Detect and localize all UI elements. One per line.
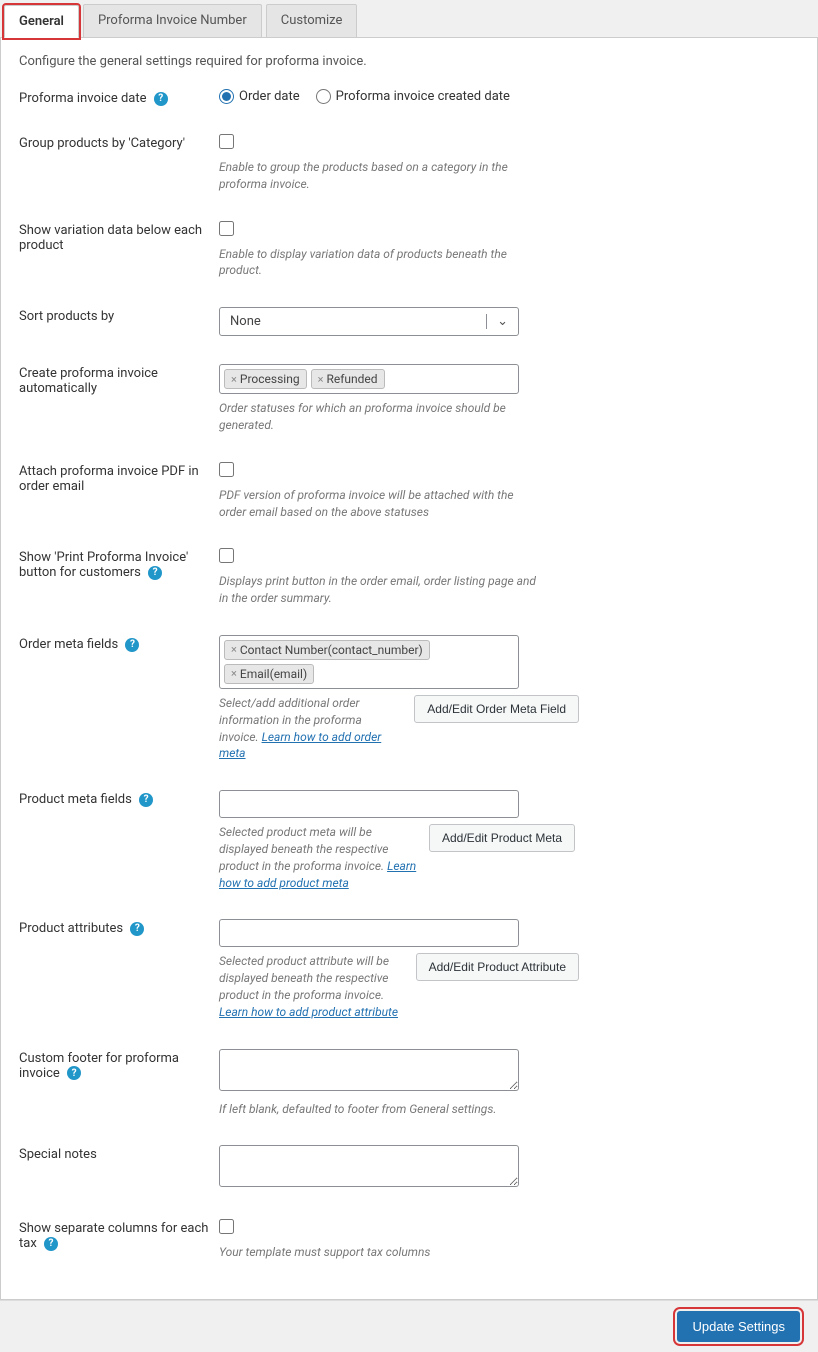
row-notes: Special notes [19, 1145, 799, 1191]
link-productattr[interactable]: Learn how to add product attribute [219, 1005, 398, 1019]
label-date: Proforma invoice date ? [19, 89, 219, 106]
label-group: Group products by 'Category' [19, 134, 219, 151]
help-icon[interactable]: ? [130, 922, 144, 936]
label-variation: Show variation data below each product [19, 221, 219, 253]
row-attach: Attach proforma invoice PDF in order ema… [19, 462, 799, 521]
help-icon[interactable]: ? [125, 638, 139, 652]
taginput-productattr[interactable] [219, 919, 519, 947]
close-icon[interactable]: × [231, 373, 237, 386]
taginput-productmeta[interactable] [219, 790, 519, 818]
label-notes: Special notes [19, 1145, 219, 1162]
tab-customize[interactable]: Customize [266, 4, 358, 37]
desc-productattr: Selected product attribute will be displ… [219, 953, 406, 1020]
chevron-down-icon: ⌄ [486, 314, 508, 329]
tag-processing[interactable]: ×Processing [224, 369, 307, 389]
row-printbtn: Show 'Print Proforma Invoice' button for… [19, 548, 799, 607]
textarea-footer[interactable] [219, 1049, 519, 1091]
label-ordermeta: Order meta fields ? [19, 635, 219, 652]
radio-label: Order date [239, 89, 300, 104]
label-auto: Create proforma invoice automatically [19, 364, 219, 396]
row-footer: Custom footer for proforma invoice ? If … [19, 1049, 799, 1118]
help-icon[interactable]: ? [44, 1237, 58, 1251]
btn-productmeta[interactable]: Add/Edit Product Meta [429, 824, 575, 852]
desc-group: Enable to group the products based on a … [219, 159, 539, 193]
label-printbtn: Show 'Print Proforma Invoice' button for… [19, 548, 219, 580]
desc-variation: Enable to display variation data of prod… [219, 246, 539, 280]
label-taxcol: Show separate columns for each tax ? [19, 1219, 219, 1251]
row-ordermeta: Order meta fields ? ×Contact Number(cont… [19, 635, 799, 762]
desc-auto: Order statuses for which an proforma inv… [219, 400, 539, 434]
label-productattr: Product attributes ? [19, 919, 219, 936]
radio-created-date-input[interactable] [316, 89, 331, 104]
footer-bar: Update Settings [0, 1300, 818, 1352]
update-settings-button[interactable]: Update Settings [677, 1311, 800, 1342]
taginput-auto[interactable]: ×Processing ×Refunded [219, 364, 519, 394]
radio-order-date-input[interactable] [219, 89, 234, 104]
taginput-ordermeta[interactable]: ×Contact Number(contact_number) ×Email(e… [219, 635, 519, 689]
row-variation: Show variation data below each product E… [19, 221, 799, 280]
close-icon[interactable]: × [231, 667, 237, 680]
tabs-nav: General Proforma Invoice Number Customiz… [0, 0, 818, 38]
btn-ordermeta[interactable]: Add/Edit Order Meta Field [414, 695, 579, 723]
checkbox-attach[interactable] [219, 462, 234, 477]
close-icon[interactable]: × [231, 643, 237, 656]
help-icon[interactable]: ? [154, 92, 168, 106]
tab-number[interactable]: Proforma Invoice Number [83, 4, 262, 37]
row-group: Group products by 'Category' Enable to g… [19, 134, 799, 193]
desc-ordermeta: Select/add additional order information … [219, 695, 404, 762]
desc-footer: If left blank, defaulted to footer from … [219, 1101, 539, 1118]
desc-printbtn: Displays print button in the order email… [219, 573, 539, 607]
select-sort[interactable]: None ⌄ [219, 307, 519, 336]
desc-productmeta: Selected product meta will be displayed … [219, 824, 419, 891]
row-auto: Create proforma invoice automatically ×P… [19, 364, 799, 434]
label-productmeta: Product meta fields ? [19, 790, 219, 807]
tag-contact[interactable]: ×Contact Number(contact_number) [224, 640, 430, 660]
textarea-notes[interactable] [219, 1145, 519, 1187]
btn-productattr[interactable]: Add/Edit Product Attribute [416, 953, 579, 981]
help-icon[interactable]: ? [148, 566, 162, 580]
intro-text: Configure the general settings required … [19, 54, 799, 69]
desc-attach: PDF version of proforma invoice will be … [219, 487, 539, 521]
row-productmeta: Product meta fields ? Selected product m… [19, 790, 799, 891]
tag-refunded[interactable]: ×Refunded [311, 369, 385, 389]
checkbox-group[interactable] [219, 134, 234, 149]
tab-general[interactable]: General [4, 5, 79, 38]
help-icon[interactable]: ? [67, 1066, 81, 1080]
checkbox-printbtn[interactable] [219, 548, 234, 563]
row-sort: Sort products by None ⌄ [19, 307, 799, 336]
radio-created-date[interactable]: Proforma invoice created date [316, 89, 510, 104]
help-icon[interactable]: ? [139, 793, 153, 807]
radio-group-date: Order date Proforma invoice created date [219, 89, 539, 104]
row-taxcol: Show separate columns for each tax ? You… [19, 1219, 799, 1261]
row-date: Proforma invoice date ? Order date Profo… [19, 89, 799, 106]
label-sort: Sort products by [19, 307, 219, 324]
checkbox-variation[interactable] [219, 221, 234, 236]
radio-label: Proforma invoice created date [336, 89, 510, 104]
checkbox-taxcol[interactable] [219, 1219, 234, 1234]
close-icon[interactable]: × [318, 373, 324, 386]
select-value: None [230, 314, 261, 329]
tag-email[interactable]: ×Email(email) [224, 664, 314, 684]
label-footer: Custom footer for proforma invoice ? [19, 1049, 219, 1081]
radio-order-date[interactable]: Order date [219, 89, 300, 104]
desc-taxcol: Your template must support tax columns [219, 1244, 539, 1261]
row-productattr: Product attributes ? Selected product at… [19, 919, 799, 1020]
label-attach: Attach proforma invoice PDF in order ema… [19, 462, 219, 494]
settings-panel: Configure the general settings required … [0, 38, 818, 1300]
